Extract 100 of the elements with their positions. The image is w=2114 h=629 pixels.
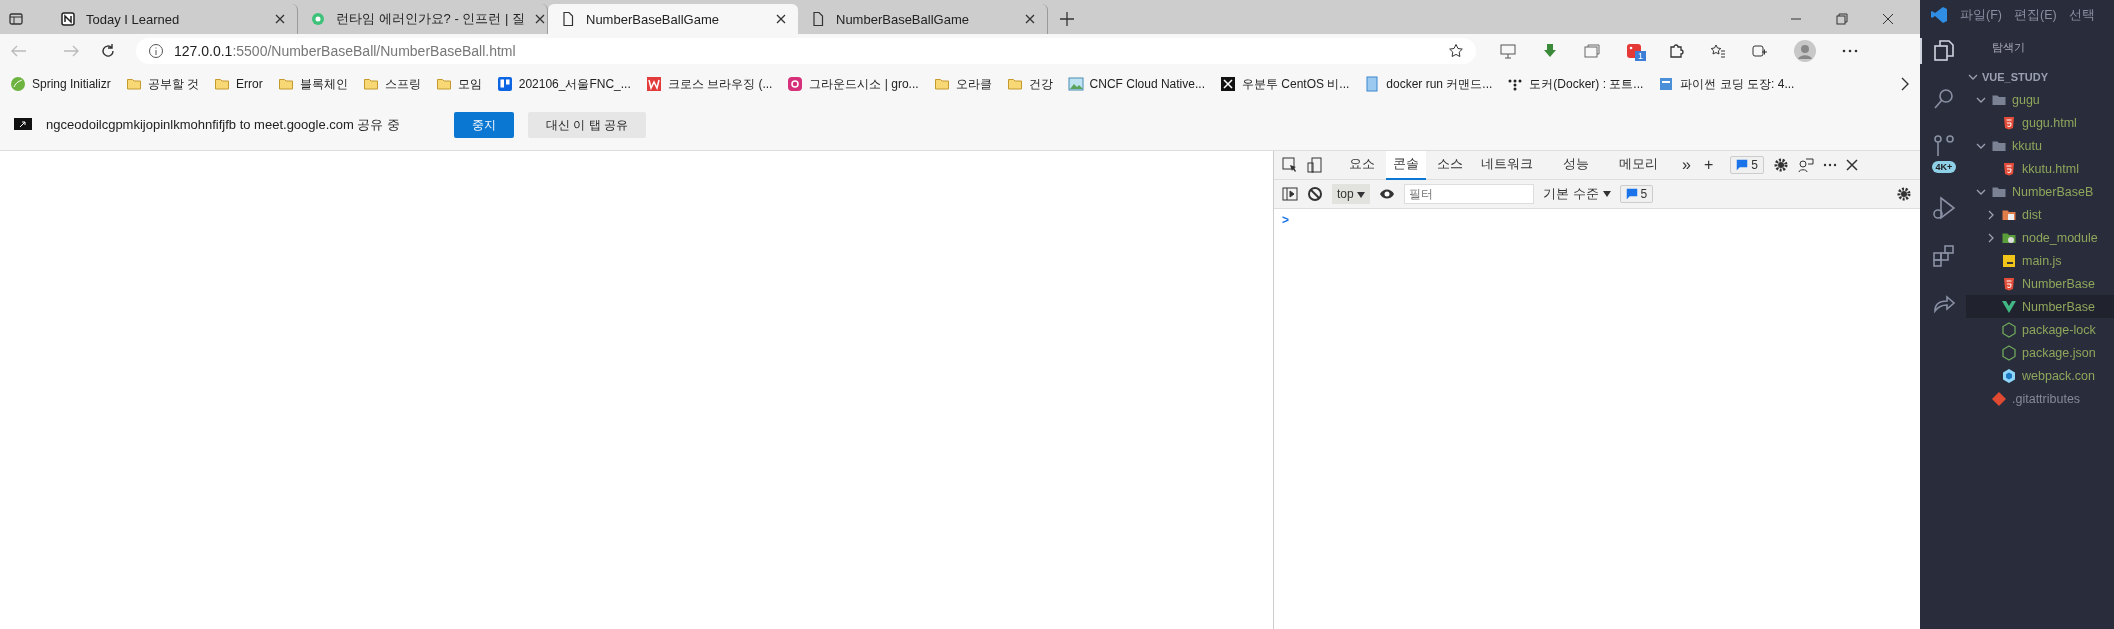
- close-icon[interactable]: [1025, 14, 1035, 24]
- log-level-dropdown[interactable]: 기본 수준: [1543, 185, 1599, 203]
- folder-icon: [362, 76, 379, 92]
- filter-field[interactable]: 필터: [1404, 184, 1535, 204]
- restore-icon[interactable]: [1836, 13, 1848, 25]
- close-icon[interactable]: [776, 14, 786, 24]
- file-row[interactable]: kkutu.html: [1966, 157, 2114, 180]
- devtools-tab[interactable]: 소스: [1430, 150, 1470, 180]
- bookmark[interactable]: 모임: [435, 75, 482, 93]
- chevron-icon[interactable]: [1900, 77, 1910, 91]
- stop-button[interactable]: 중지: [454, 112, 515, 138]
- bookmark[interactable]: 도커(Docker) : 포트...: [1507, 75, 1644, 93]
- bookmark[interactable]: 우분투 CentOS 비...: [1219, 75, 1350, 93]
- bookmark[interactable]: 블록체인: [277, 75, 348, 93]
- close-icon[interactable]: [1882, 13, 1894, 25]
- collections-icon[interactable]: [1584, 43, 1600, 59]
- hexagon-icon: [2001, 321, 2017, 338]
- camera-icon: [787, 76, 804, 92]
- bookmark[interactable]: 오라클: [933, 75, 992, 93]
- file-row[interactable]: package.json: [1966, 341, 2114, 364]
- add-tab-button[interactable]: +: [1703, 156, 1714, 174]
- cube-icon: [2001, 367, 2017, 384]
- bookmark[interactable]: 파이썬 코딩 도장: 4...: [1658, 75, 1795, 93]
- devtools-tab[interactable]: 성능: [1556, 150, 1596, 180]
- file-row[interactable]: gugu.html: [1966, 111, 2114, 134]
- file-row[interactable]: webpack.con: [1966, 364, 2114, 387]
- folder-row[interactable]: gugu: [1966, 88, 2114, 111]
- file-row[interactable]: package-lock: [1966, 318, 2114, 341]
- folder-row[interactable]: dist: [1966, 203, 2114, 226]
- bookmark[interactable]: 공부할 것: [125, 75, 200, 93]
- console-prompt[interactable]: >: [1274, 209, 1920, 231]
- profile-avatar[interactable]: [1794, 40, 1816, 62]
- file-row[interactable]: .gitattributes: [1966, 387, 2114, 410]
- html-file-icon: [2001, 114, 2017, 131]
- close-icon[interactable]: [275, 14, 285, 24]
- run-debug-icon[interactable]: [1931, 195, 1957, 221]
- folder-row[interactable]: node_module: [1966, 226, 2114, 249]
- close-icon[interactable]: [1845, 159, 1858, 171]
- w-logo-icon: [645, 76, 662, 92]
- sharing-message: ngceodoilcgpmkijopinlkmohnfifjfb to meet.google.com 공유 중: [46, 116, 401, 134]
- file-row[interactable]: NumberBase: [1966, 295, 2114, 318]
- menu-item[interactable]: 편집(E): [2013, 6, 2057, 24]
- bookmark[interactable]: 크로스 브라우징 (...: [645, 75, 773, 93]
- bookmark[interactable]: CNCF Cloud Native...: [1067, 76, 1205, 92]
- issues-counter[interactable]: 5: [1730, 156, 1764, 174]
- settings-icon[interactable]: [1896, 186, 1912, 202]
- address-field[interactable]: 127.0.0.1:5500/NumberBaseBall/NumberBaseBall.html: [136, 38, 1476, 64]
- devtools-tab[interactable]: 콘솔: [1386, 150, 1426, 180]
- bookmark[interactable]: 스프링: [362, 75, 421, 93]
- chevron-icon: [1986, 209, 1996, 220]
- more-icon[interactable]: [1822, 163, 1837, 167]
- clear-icon[interactable]: [1307, 186, 1323, 202]
- folder-row[interactable]: NumberBaseB: [1966, 180, 2114, 203]
- new-tab-icon[interactable]: [1060, 12, 1074, 26]
- folder-icon: [214, 76, 231, 92]
- workspace-root[interactable]: VUE_STUDY: [1966, 65, 2114, 88]
- js-file-icon: [2001, 252, 2017, 269]
- favorites-icon[interactable]: [1710, 43, 1726, 59]
- share-this-tab-button[interactable]: 대신 이 탭 공유: [528, 112, 647, 138]
- add-collection-icon[interactable]: [1752, 43, 1768, 59]
- files-icon[interactable]: [1931, 38, 1957, 64]
- bookmark[interactable]: 건강: [1006, 75, 1053, 93]
- device-icon[interactable]: [1307, 157, 1323, 173]
- screen-share-icon[interactable]: [1500, 43, 1516, 59]
- folder-icon: [435, 76, 452, 92]
- more-tabs-button[interactable]: »: [1682, 156, 1691, 174]
- close-icon[interactable]: [535, 14, 545, 24]
- context-selector[interactable]: top: [1332, 184, 1371, 204]
- file-row[interactable]: NumberBase: [1966, 272, 2114, 295]
- browser-tab[interactable]: NumberBaseBallGame: [548, 4, 798, 34]
- dropdown-caret-icon: [1357, 192, 1366, 198]
- devtools-tab[interactable]: 요소: [1342, 150, 1382, 180]
- page-icon: [560, 11, 576, 27]
- devtools-tab[interactable]: 메모리: [1612, 150, 1665, 180]
- add-favorite-icon[interactable]: [1448, 43, 1464, 59]
- bookmark[interactable]: Error: [214, 76, 263, 92]
- inspect-icon[interactable]: [1282, 157, 1298, 173]
- extensions-icon[interactable]: [1931, 243, 1957, 269]
- puzzle-icon[interactable]: [1668, 43, 1684, 59]
- more-icon[interactable]: [1842, 49, 1858, 53]
- bookmark[interactable]: Spring Initializr: [10, 76, 111, 92]
- download-icon[interactable]: [1542, 43, 1558, 59]
- extension-badge: 1: [1635, 51, 1646, 61]
- feedback-icon[interactable]: [1797, 157, 1814, 173]
- file-row[interactable]: main.js: [1966, 249, 2114, 272]
- bookmark[interactable]: 그라운드시소 | gro...: [787, 75, 919, 93]
- devtools-tab[interactable]: 네트워크: [1474, 150, 1540, 180]
- bookmark[interactable]: 202106_서울FNC_...: [496, 75, 631, 93]
- count-badge: 4K+: [1931, 161, 1957, 173]
- folder-icon: [277, 76, 294, 92]
- bookmark[interactable]: docker run 커맨드...: [1364, 75, 1493, 93]
- refresh-icon[interactable]: [100, 43, 116, 59]
- messages-counter[interactable]: 5: [1619, 185, 1654, 203]
- menu-item[interactable]: 파일(F): [1960, 6, 2002, 24]
- folder-row[interactable]: kkutu: [1966, 134, 2114, 157]
- settings-icon[interactable]: [1772, 157, 1789, 173]
- sidebar-icon[interactable]: [1282, 186, 1298, 202]
- sidebar-toggle-icon[interactable]: [8, 11, 24, 27]
- folder-icon: [1006, 76, 1023, 92]
- menu-item[interactable]: 선택: [2068, 6, 2095, 24]
